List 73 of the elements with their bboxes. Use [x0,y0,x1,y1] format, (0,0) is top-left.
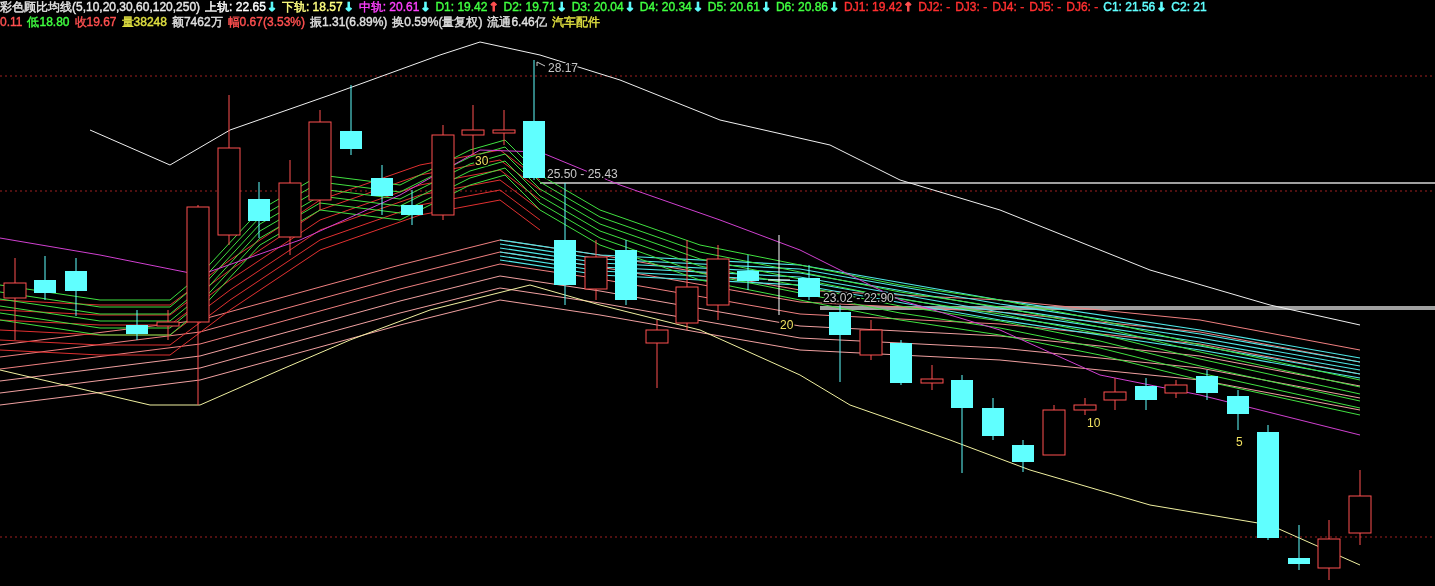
indicator-value: DJ1: 19.42 [844,0,903,15]
indicator-value: D4: 20.34 [639,0,692,15]
indicator-value: D1: 19.42 [435,0,488,15]
indicator-value: DJ6: - [1066,0,1099,15]
candlestick [1135,377,1157,411]
candlestick [461,104,485,156]
candlestick [126,309,148,341]
candlestick [1196,369,1218,401]
quote-value: 0.11 [0,15,23,30]
quote-value: 收19.67 [74,15,117,30]
trend-arrow: ↓ [266,0,277,15]
candlestick [1042,404,1066,456]
trend-arrow: ↓ [1156,0,1167,15]
quote-value: 低18.80 [27,15,70,30]
candlestick [798,264,820,301]
candlestick [1012,439,1034,473]
candlestick [1103,377,1127,411]
candlestick [982,397,1004,441]
chart-label: 5 [1236,435,1243,449]
candlestick [1164,379,1188,399]
chart-label: 25.50 - 25.43 [547,167,618,181]
quote-value: 换0.59%(量复权) [392,15,483,30]
candlestick [492,109,516,146]
quote-value: 额7462万 [171,15,223,30]
candlestick [645,319,669,389]
candlestick [1288,524,1310,571]
candlestick [401,189,423,226]
indicator-value: D5: 20.61 [707,0,760,15]
chart-label: 28.17 [548,61,579,75]
indicator-value: D3: 20.04 [571,0,624,15]
candlestick [615,239,637,306]
candlestick [340,84,362,156]
quote-value: 流通6.46亿 [487,15,547,30]
trend-arrow: ↓ [624,0,635,15]
trend-arrow: ↓ [343,0,354,15]
indicator-value: DJ4: - [992,0,1025,15]
indicator-value: 下轨: 18.57 [281,0,343,15]
chart-label: 10 [1087,416,1101,430]
trend-arrow: ↓ [556,0,567,15]
trend-arrow: ↑ [903,0,914,15]
candlestick [920,364,944,391]
leader-line [536,61,546,67]
indicator-value: D6: 20.86 [775,0,828,15]
indicator-value: 上轨: 22.65 [205,0,266,15]
candlestick [156,309,180,341]
trend-arrow: ↓ [420,0,431,15]
indicator-title: 彩色顾比均线(5,10,20,30,60,120,250) [0,0,201,15]
candlestick [737,254,759,291]
trend-arrow: ↓ [760,0,771,15]
indicator-value: 中轨: 20.61 [358,0,420,15]
candlestick [371,164,393,216]
quote-value: 量38248 [121,15,167,30]
indicator-value: C2: 21 [1171,0,1207,15]
candlestick [65,257,87,317]
indicator-value: DJ3: - [955,0,988,15]
quote-value: 汽车配件 [551,15,600,30]
trend-arrow: ↓ [692,0,703,15]
candlestick [1317,519,1341,581]
candlestick [1227,389,1249,431]
indicator-value: C1: 21.56 [1103,0,1156,15]
candlestick [890,339,912,386]
indicator-value: D2: 19.71 [503,0,556,15]
indicator-value: DJ5: - [1029,0,1062,15]
quote-value: 振1.31(6.89%) [310,15,388,30]
candlestick [248,181,270,239]
trend-arrow: ↓ [829,0,840,15]
trend-arrow: ↑ [488,0,499,15]
candlestick [1073,397,1097,416]
candlestick [584,239,608,301]
candlestick [34,255,56,301]
indicator-value: DJ2: - [918,0,951,15]
candlestick [859,319,883,361]
quote-value: 幅0.67(3.53%) [227,15,305,30]
